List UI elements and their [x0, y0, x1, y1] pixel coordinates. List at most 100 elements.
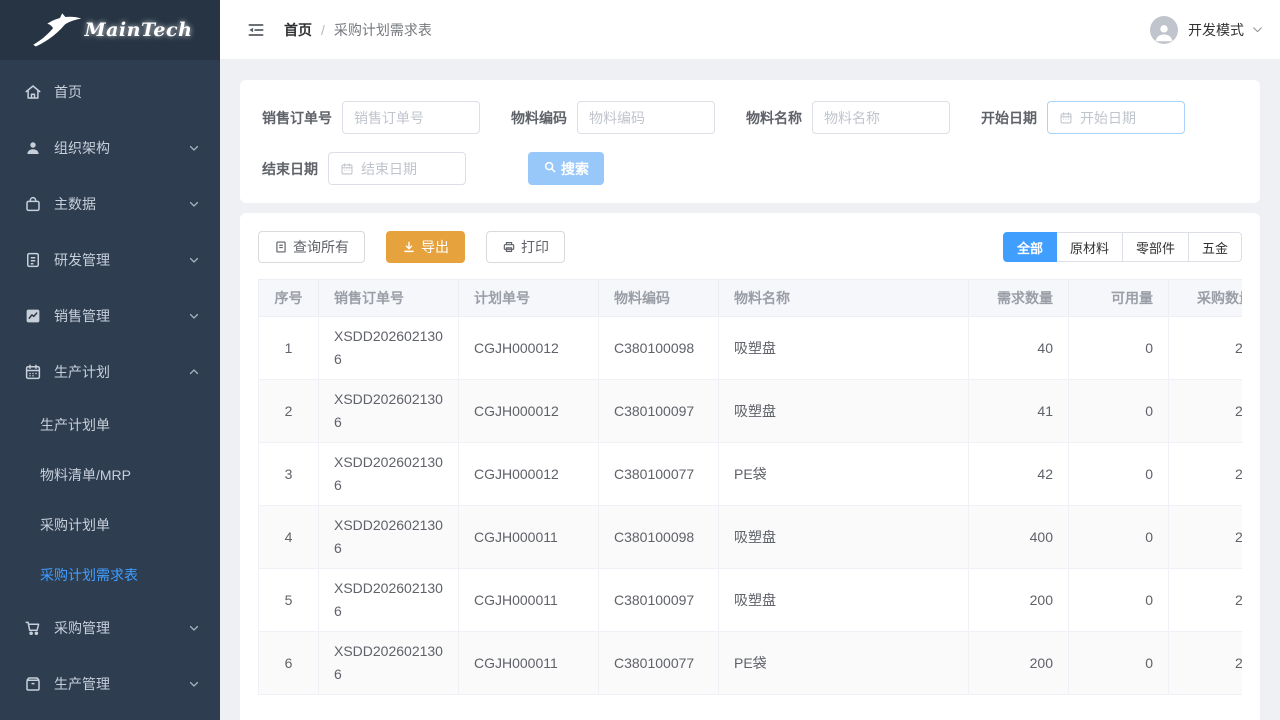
- table-body: 1XSDD2026021306CGJH000012C380100098吸塑盘40…: [259, 317, 1243, 695]
- column-header: 可用量: [1069, 280, 1169, 317]
- column-header: 计划单号: [459, 280, 599, 317]
- sidebar-item-label: 首页: [54, 82, 200, 102]
- sidebar-item[interactable]: 研发管理: [0, 232, 220, 288]
- date-input[interactable]: 开始日期: [1047, 101, 1185, 134]
- input-placeholder: 开始日期: [1080, 108, 1136, 128]
- cell-available_qty: 0: [1069, 506, 1169, 569]
- cell-seq: 1: [259, 317, 319, 380]
- column-header: 需求数量: [969, 280, 1069, 317]
- cell-plan_no: CGJH000011: [459, 506, 599, 569]
- cell-material_code: C380100098: [599, 317, 719, 380]
- sidebar-item[interactable]: 生产计划: [0, 344, 220, 400]
- category-tab[interactable]: 原材料: [1057, 232, 1123, 262]
- print-button[interactable]: 打印: [486, 231, 565, 263]
- print-label: 打印: [521, 237, 549, 257]
- chevron-down-icon: [188, 678, 200, 690]
- bag-icon: [24, 195, 42, 213]
- table-wrap: 序号销售订单号计划单号物料编码物料名称需求数量可用量采购数量 1XSDD2026…: [258, 279, 1242, 695]
- user-menu[interactable]: 开发模式: [1150, 16, 1264, 44]
- category-tab[interactable]: 五金: [1189, 232, 1242, 262]
- sidebar-item[interactable]: 组织架构: [0, 120, 220, 176]
- cell-plan_no: CGJH000011: [459, 569, 599, 632]
- chevron-up-icon: [188, 366, 200, 378]
- category-tabs: 全部原材料零部件五金: [1003, 232, 1242, 262]
- document-icon: [24, 251, 42, 269]
- sidebar-subitem[interactable]: 物料清单/MRP: [0, 450, 220, 500]
- filter-group: 物料名称物料名称: [746, 101, 950, 134]
- cell-material_code: C380100098: [599, 506, 719, 569]
- table-row[interactable]: 4XSDD2026021306CGJH000011C380100098吸塑盘40…: [259, 506, 1243, 569]
- cell-demand_qty: 41: [969, 380, 1069, 443]
- sidebar-item-label: 采购管理: [54, 618, 188, 638]
- cell-material_name: 吸塑盘: [719, 317, 969, 380]
- cell-purchase_qty: 2: [1169, 443, 1243, 506]
- input-placeholder: 物料名称: [824, 108, 880, 128]
- search-button[interactable]: 搜索: [528, 152, 604, 185]
- table-row[interactable]: 5XSDD2026021306CGJH000011C380100097吸塑盘20…: [259, 569, 1243, 632]
- sidebar-item[interactable]: 采购管理: [0, 600, 220, 656]
- table-row[interactable]: 2XSDD2026021306CGJH000012C380100097吸塑盘41…: [259, 380, 1243, 443]
- cell-sales_order_no: XSDD2026021306: [319, 443, 459, 506]
- cell-plan_no: CGJH000012: [459, 380, 599, 443]
- sidebar-subitem[interactable]: 采购计划需求表: [0, 550, 220, 600]
- sidebar-menu: 首页组织架构主数据研发管理销售管理生产计划生产计划单物料清单/MRP 采购计划单采…: [0, 60, 220, 712]
- cell-demand_qty: 200: [969, 569, 1069, 632]
- sidebar-subitem[interactable]: 采购计划单: [0, 500, 220, 550]
- cell-seq: 2: [259, 380, 319, 443]
- main-area: 首页/采购计划需求表 开发模式 销售订单号销售订单号物料编码物料编码物料名称物料…: [220, 0, 1280, 720]
- sidebar-item[interactable]: 主数据: [0, 176, 220, 232]
- table-row[interactable]: 6XSDD2026021306CGJH000011C380100077PE袋20…: [259, 632, 1243, 695]
- cell-available_qty: 0: [1069, 317, 1169, 380]
- cell-material_code: C380100077: [599, 632, 719, 695]
- column-header: 序号: [259, 280, 319, 317]
- query-all-button[interactable]: 查询所有: [258, 231, 365, 263]
- cell-seq: 6: [259, 632, 319, 695]
- cell-seq: 4: [259, 506, 319, 569]
- date-input[interactable]: 结束日期: [328, 152, 466, 185]
- cell-material_code: C380100077: [599, 443, 719, 506]
- filter-group: 物料编码物料编码: [511, 101, 715, 134]
- cell-purchase_qty: 2: [1169, 380, 1243, 443]
- cell-sales_order_no: XSDD2026021306: [319, 632, 459, 695]
- sidebar-item[interactable]: 首页: [0, 64, 220, 120]
- sidebar-subitem-label: 物料清单/MRP: [40, 465, 131, 485]
- demand-table: 序号销售订单号计划单号物料编码物料名称需求数量可用量采购数量 1XSDD2026…: [258, 279, 1242, 695]
- chevron-down-icon: [188, 254, 200, 266]
- cell-available_qty: 0: [1069, 380, 1169, 443]
- category-tab[interactable]: 零部件: [1123, 232, 1189, 262]
- category-tab[interactable]: 全部: [1003, 232, 1057, 262]
- table-toolbar: 查询所有 导出 打印 全部原材料零部件五金: [258, 231, 1242, 263]
- text-input[interactable]: 物料编码: [577, 101, 715, 134]
- filter-row-1: 销售订单号销售订单号物料编码物料编码物料名称物料名称开始日期开始日期: [262, 101, 1238, 134]
- brand-name: MainTech: [85, 19, 193, 41]
- brand-logo: MainTech: [0, 0, 220, 60]
- cell-plan_no: CGJH000012: [459, 443, 599, 506]
- filter-group: 结束日期结束日期: [262, 152, 466, 185]
- breadcrumb: 首页/采购计划需求表: [284, 20, 432, 40]
- breadcrumb-home-link[interactable]: 首页: [284, 22, 312, 38]
- sidebar-item[interactable]: 生产管理: [0, 656, 220, 712]
- sidebar-subitem[interactable]: 生产计划单: [0, 400, 220, 450]
- cell-purchase_qty: 2: [1169, 632, 1243, 695]
- sidebar-subitem-label: 采购计划需求表: [40, 565, 138, 585]
- table-row[interactable]: 3XSDD2026021306CGJH000012C380100077PE袋42…: [259, 443, 1243, 506]
- text-input[interactable]: 物料名称: [812, 101, 950, 134]
- package-icon: [24, 675, 42, 693]
- download-icon: [402, 240, 416, 254]
- sidebar-subitem-label: 生产计划单: [40, 415, 110, 435]
- export-button[interactable]: 导出: [386, 231, 465, 263]
- sidebar-item-label: 主数据: [54, 194, 188, 214]
- cell-demand_qty: 400: [969, 506, 1069, 569]
- sidebar-item[interactable]: 销售管理: [0, 288, 220, 344]
- cell-seq: 5: [259, 569, 319, 632]
- cell-available_qty: 0: [1069, 632, 1169, 695]
- cell-available_qty: 0: [1069, 443, 1169, 506]
- cell-sales_order_no: XSDD2026021306: [319, 317, 459, 380]
- filter-label: 结束日期: [262, 159, 318, 179]
- text-input[interactable]: 销售订单号: [342, 101, 480, 134]
- table-row[interactable]: 1XSDD2026021306CGJH000012C380100098吸塑盘40…: [259, 317, 1243, 380]
- sidebar-collapse-icon[interactable]: [246, 20, 266, 40]
- cell-sales_order_no: XSDD2026021306: [319, 506, 459, 569]
- chevron-down-icon: [188, 198, 200, 210]
- user-icon: [24, 139, 42, 157]
